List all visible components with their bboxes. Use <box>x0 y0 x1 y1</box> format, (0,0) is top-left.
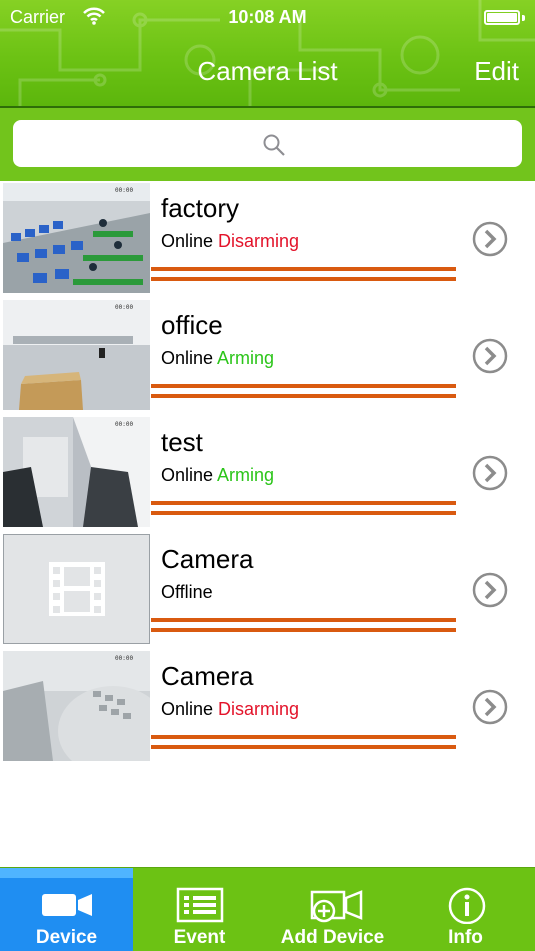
tab-label: Event <box>173 927 226 948</box>
status-bar: Carrier 10:08 AM <box>0 0 535 36</box>
nav-header: Carrier 10:08 AM Camera List Edit <box>0 0 535 106</box>
edit-button[interactable]: Edit <box>474 56 519 87</box>
redaction-mark <box>151 394 456 398</box>
camera-row[interactable]: 00:00 factory Online Disarming <box>0 181 535 296</box>
chevron-right-icon[interactable] <box>472 572 508 608</box>
redaction-mark <box>151 735 456 739</box>
tab-device[interactable]: Device <box>0 868 133 951</box>
arm-state: Disarming <box>218 699 300 719</box>
camera-status: Online Arming <box>161 348 274 369</box>
svg-text:00:00: 00:00 <box>115 421 133 428</box>
arm-state: Disarming <box>218 231 300 251</box>
battery-icon <box>484 10 525 25</box>
svg-text:00:00: 00:00 <box>115 187 133 194</box>
camera-row[interactable]: 00:00 office Online Arming <box>0 298 535 413</box>
camera-thumbnail: 00:00 <box>3 300 150 410</box>
camera-thumbnail: 00:00 <box>3 417 150 527</box>
camera-name: office <box>161 310 223 340</box>
tab-label: Device <box>35 927 98 948</box>
video-camera-icon <box>42 894 92 916</box>
redaction-mark <box>151 267 456 271</box>
camera-thumbnail <box>3 534 150 644</box>
chevron-right-icon[interactable] <box>472 455 508 491</box>
camera-row[interactable]: Camera Offline <box>0 532 535 647</box>
camera-name: test <box>161 427 203 457</box>
camera-name: factory <box>161 193 240 223</box>
redaction-mark <box>151 501 456 505</box>
chevron-right-icon[interactable] <box>472 221 508 257</box>
chevron-right-icon[interactable] <box>472 338 508 374</box>
tab-bar: Device Event Add Device Info <box>0 867 535 951</box>
camera-row[interactable]: 00:00 Camera Online Disarming <box>0 649 535 764</box>
svg-text:00:00: 00:00 <box>115 655 133 662</box>
camera-thumbnail: 00:00 <box>3 651 150 761</box>
search-field[interactable] <box>13 120 526 169</box>
tab-label: Add Device <box>280 927 385 948</box>
camera-status: Offline <box>161 582 213 603</box>
info-icon <box>448 887 486 924</box>
chevron-right-icon[interactable] <box>472 689 508 725</box>
search-bar <box>0 108 535 181</box>
clock-label: 10:08 AM <box>228 7 307 27</box>
camera-thumbnail: 00:00 <box>3 183 150 293</box>
camera-name: Camera <box>161 661 254 691</box>
tab-add-device[interactable]: Add Device <box>266 868 399 951</box>
redaction-mark <box>151 618 456 622</box>
redaction-mark <box>151 384 456 388</box>
connection-status: Online <box>161 465 214 485</box>
tab-event[interactable]: Event <box>133 868 266 951</box>
redaction-mark <box>151 745 456 749</box>
camera-name: Camera <box>161 544 254 574</box>
page-title: Camera List <box>197 56 338 86</box>
tab-info[interactable]: Info <box>399 868 532 951</box>
redaction-mark <box>151 628 456 632</box>
redaction-mark <box>151 511 456 515</box>
arm-state: Arming <box>217 348 275 368</box>
arm-state: Arming <box>217 465 275 485</box>
camera-status: Online Arming <box>161 465 274 486</box>
connection-status: Online <box>161 348 214 368</box>
svg-text:00:00: 00:00 <box>115 304 133 311</box>
connection-status: Offline <box>161 582 213 602</box>
camera-row[interactable]: 00:00 test Online Arming <box>0 415 535 530</box>
tab-label: Info <box>448 927 483 948</box>
camera-status: Online Disarming <box>161 699 299 720</box>
add-camera-icon <box>310 890 363 923</box>
search-input[interactable] <box>13 120 526 169</box>
list-icon <box>176 887 224 923</box>
connection-status: Online <box>161 231 214 251</box>
connection-status: Online <box>161 699 214 719</box>
redaction-mark <box>151 277 456 281</box>
camera-status: Online Disarming <box>161 231 299 252</box>
